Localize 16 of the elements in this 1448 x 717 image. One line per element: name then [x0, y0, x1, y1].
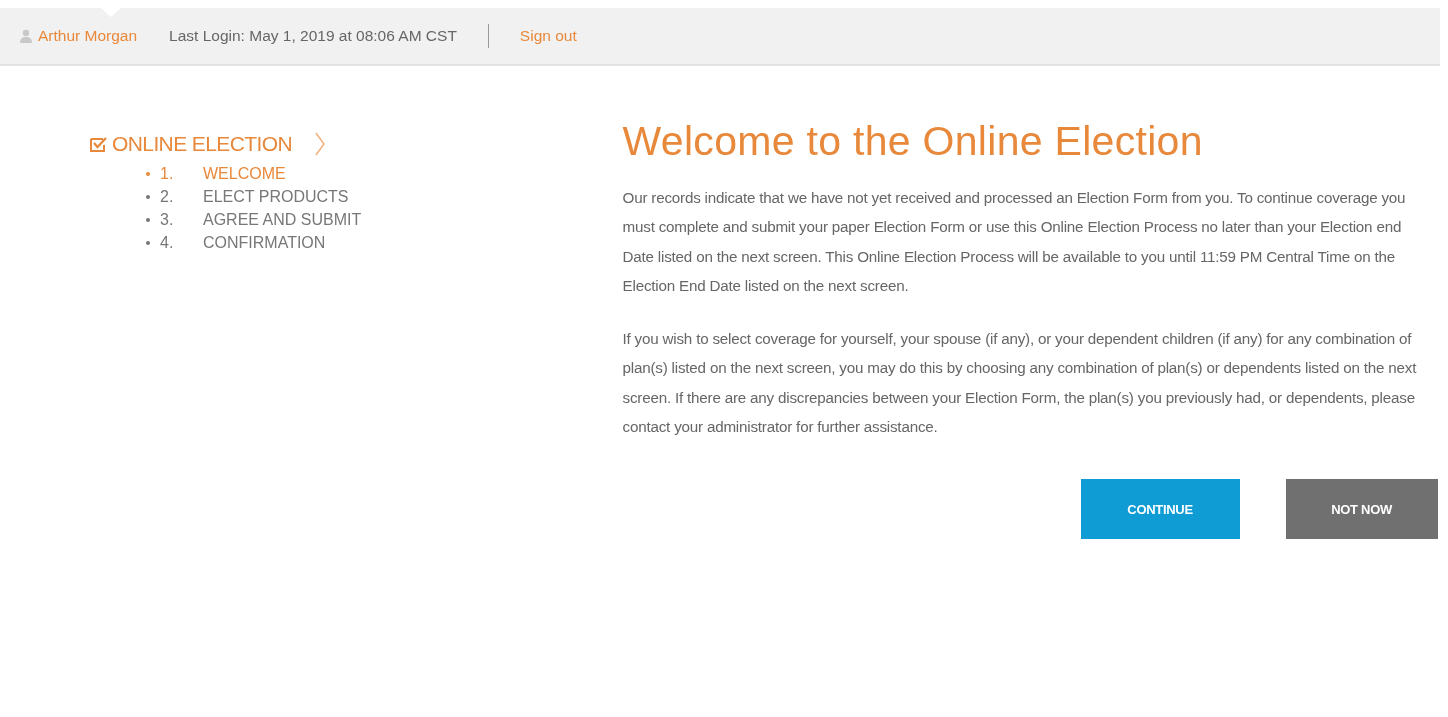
checkbox-icon — [90, 136, 107, 152]
step-item[interactable]: 3. AGREE AND SUBMIT — [146, 208, 362, 231]
chevron-right-icon — [315, 132, 326, 156]
body-paragraph: Our records indicate that we have not yet received and processed an Election Form from you. To continue coverage you must complete and submit your paper Election Form or use this Online Election Process no later than your Election end Date listed on the next screen. This Online Election Process will be available to you until 11:59 PM Central Time on the Election End Date listed on the next screen. — [622, 188, 1407, 296]
sign-out-link[interactable]: Sign out — [519, 27, 577, 45]
user-name-link[interactable]: Arthur Morgan — [38, 27, 138, 45]
body-paragraph: If you wish to select coverage for yourself, your spouse (if any), or your dependent children (if any) for any combination of plan(s) listed on the next screen, you may do this by choosing any combination of plan(s) or dependents listed on the next screen. If there are any discrepancies between your Election Form, the plan(s) you previously had, or dependents, please contact your administrator for further assistance. — [622, 329, 1418, 438]
step-item[interactable]: 1. WELCOME — [146, 162, 286, 185]
section-title: ONLINE ELECTION — [112, 132, 293, 156]
last-login-text: Last Login: May 1, 2019 at 08:06 AM CST — [169, 27, 457, 45]
step-item[interactable]: 4. CONFIRMATION — [146, 231, 326, 254]
page-title: Welcome to the Online Election — [622, 118, 1204, 165]
continue-button[interactable]: CONTINUE — [1080, 479, 1240, 540]
step-item[interactable]: 2. ELECT PRODUCTS — [146, 185, 349, 208]
user-icon — [20, 29, 32, 43]
not-now-button[interactable]: NOT NOW — [1285, 479, 1438, 540]
